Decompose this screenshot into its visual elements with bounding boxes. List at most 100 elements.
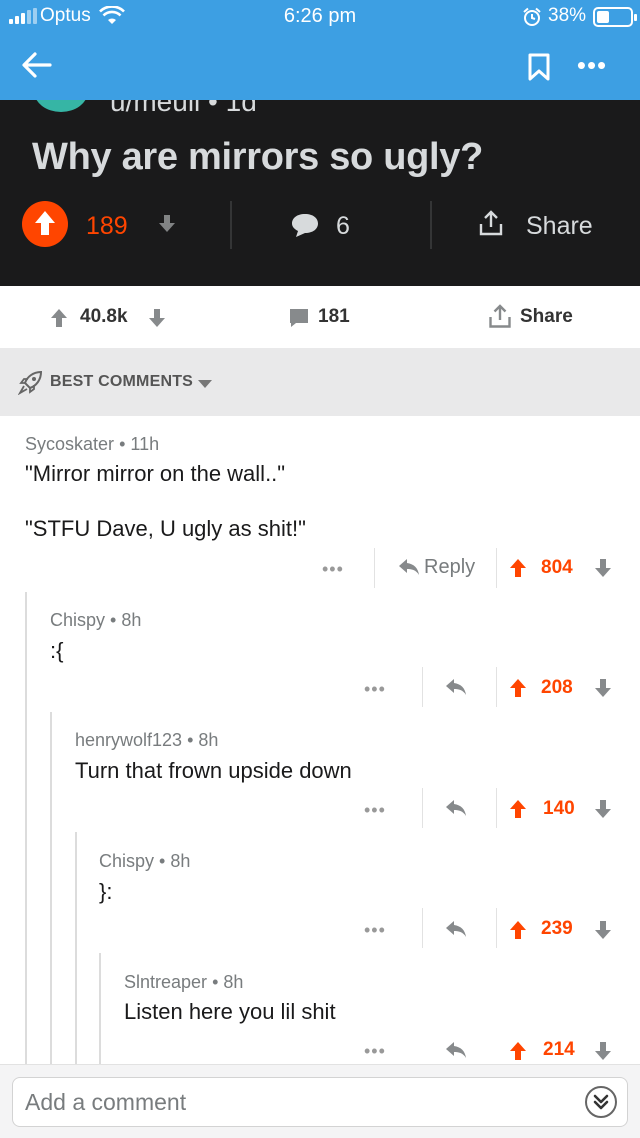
upvote-icon[interactable]	[509, 1041, 527, 1061]
downvote-icon[interactable]	[594, 678, 612, 698]
battery-percent: 38%	[548, 5, 587, 26]
upvote-icon[interactable]	[509, 678, 527, 698]
chevron-down-icon[interactable]	[197, 378, 213, 390]
reply-icon[interactable]	[398, 558, 420, 576]
app-bar: Optus 6:26 pm 38% •••	[0, 0, 640, 100]
divider	[230, 201, 232, 249]
comment-meta: Chispy • 8h	[50, 610, 142, 630]
comment-author[interactable]: Chispy	[50, 610, 105, 630]
comment-age: 8h	[121, 610, 142, 630]
comment-meta: Sycoskater • 11h	[25, 434, 160, 454]
comment-body-line: "STFU Dave, U ugly as shit!"	[25, 516, 306, 541]
divider	[374, 548, 375, 588]
comment-icon[interactable]	[288, 307, 310, 329]
comment-age: 8h	[170, 851, 191, 871]
post-title: Why are mirrors so ugly?	[32, 136, 484, 178]
back-arrow-icon[interactable]	[20, 48, 54, 82]
comment-score: 208	[541, 677, 573, 698]
comment-count[interactable]: 181	[318, 306, 350, 328]
upvote-icon	[22, 201, 68, 247]
more-options-icon[interactable]: •••	[364, 1041, 386, 1062]
more-options-icon[interactable]: •••	[364, 920, 386, 941]
comment-body-line: :{	[50, 638, 64, 663]
post-score: 40.8k	[80, 306, 128, 327]
reply-icon[interactable]	[445, 678, 467, 696]
battery-level	[597, 11, 609, 23]
comment-body-line: Listen here you lil shit	[124, 999, 336, 1024]
downvote-icon[interactable]	[148, 308, 166, 328]
upvote-icon[interactable]	[509, 920, 527, 940]
comment: Slntreaper • 8h Listen here you lil shit…	[0, 953, 640, 1064]
more-options-icon[interactable]: •••	[364, 800, 386, 821]
upvote-icon[interactable]	[509, 799, 527, 819]
comment: Sycoskater • 11h "Mirror mirror on the w…	[0, 416, 640, 592]
downvote-icon[interactable]	[594, 558, 612, 578]
more-options-icon[interactable]: •••	[364, 679, 386, 700]
sort-bar[interactable]: BEST COMMENTS	[0, 348, 640, 416]
comment-meta: henrywolf123 • 8h	[75, 730, 219, 750]
upvote-icon[interactable]	[509, 558, 527, 578]
downvote-icon[interactable]	[594, 1041, 612, 1061]
comment-body-line: Turn that frown upside down	[75, 758, 352, 783]
comment-meta: Slntreaper • 8h	[124, 972, 244, 992]
comment-body-line: }:	[99, 879, 113, 904]
image-comments: 6	[336, 212, 350, 240]
reply-icon[interactable]	[445, 799, 467, 817]
comment-meta: Chispy • 8h	[99, 851, 191, 871]
divider	[496, 667, 497, 707]
comment-bubble-icon	[292, 214, 318, 237]
divider	[430, 201, 432, 249]
status-bar: Optus 6:26 pm 38%	[0, 0, 640, 34]
thread-line	[99, 953, 101, 1064]
alarm-icon	[523, 7, 541, 26]
double-chevron-down-icon	[593, 1094, 609, 1110]
reply-button[interactable]: Reply	[424, 556, 475, 579]
post-action-bar: 40.8k 181 Share	[0, 286, 640, 348]
share-icon[interactable]	[488, 303, 512, 329]
more-options-icon[interactable]: •••	[322, 559, 344, 580]
comment-author[interactable]: Sycoskater	[25, 434, 114, 454]
comment-age: 11h	[130, 434, 160, 454]
comment: henrywolf123 • 8h Turn that frown upside…	[0, 712, 640, 1064]
reply-icon[interactable]	[445, 920, 467, 938]
downvote-icon	[159, 215, 175, 232]
comment-score: 239	[541, 918, 573, 939]
reply-icon[interactable]	[445, 1041, 467, 1059]
comment: Chispy • 8h :{ ••• 208	[0, 592, 640, 1064]
downvote-icon[interactable]	[594, 799, 612, 819]
share-button[interactable]: Share	[520, 306, 573, 328]
divider	[496, 788, 497, 828]
comment-score: 214	[543, 1039, 575, 1060]
rocket-icon	[18, 370, 43, 395]
more-options-icon[interactable]: •••	[575, 50, 609, 80]
divider	[496, 908, 497, 948]
downvote-icon[interactable]	[594, 920, 612, 940]
comment-author[interactable]: henrywolf123	[75, 730, 182, 750]
clock: 6:26 pm	[283, 5, 357, 27]
image-score: 189	[86, 212, 128, 240]
divider	[496, 548, 497, 588]
divider	[422, 908, 423, 948]
share-icon	[479, 210, 503, 236]
comment-score: 804	[541, 557, 573, 578]
image-share-label: Share	[526, 212, 593, 240]
comment-author[interactable]: Chispy	[99, 851, 154, 871]
comment-age: 8h	[223, 972, 244, 992]
next-comment-button[interactable]	[585, 1086, 617, 1118]
bookmark-icon[interactable]	[524, 52, 554, 82]
add-comment-input[interactable]	[12, 1077, 628, 1127]
upvote-icon[interactable]	[50, 308, 68, 328]
comment: Chispy • 8h }: ••• 239	[0, 832, 640, 1064]
comment-score: 140	[543, 798, 575, 819]
divider	[422, 788, 423, 828]
divider	[422, 667, 423, 707]
add-comment-bar	[0, 1064, 640, 1138]
post-author: u/meuli • 1d	[110, 100, 257, 117]
sort-label[interactable]: BEST COMMENTS	[50, 373, 193, 391]
comment-body-line: "Mirror mirror on the wall.."	[25, 461, 286, 486]
post-image[interactable]: u/meuli • 1d Why are mirrors so ugly? 18…	[0, 100, 640, 286]
avatar	[34, 100, 88, 112]
comment-age: 8h	[198, 730, 219, 750]
comment-author[interactable]: Slntreaper	[124, 972, 207, 992]
battery-icon	[593, 7, 637, 27]
